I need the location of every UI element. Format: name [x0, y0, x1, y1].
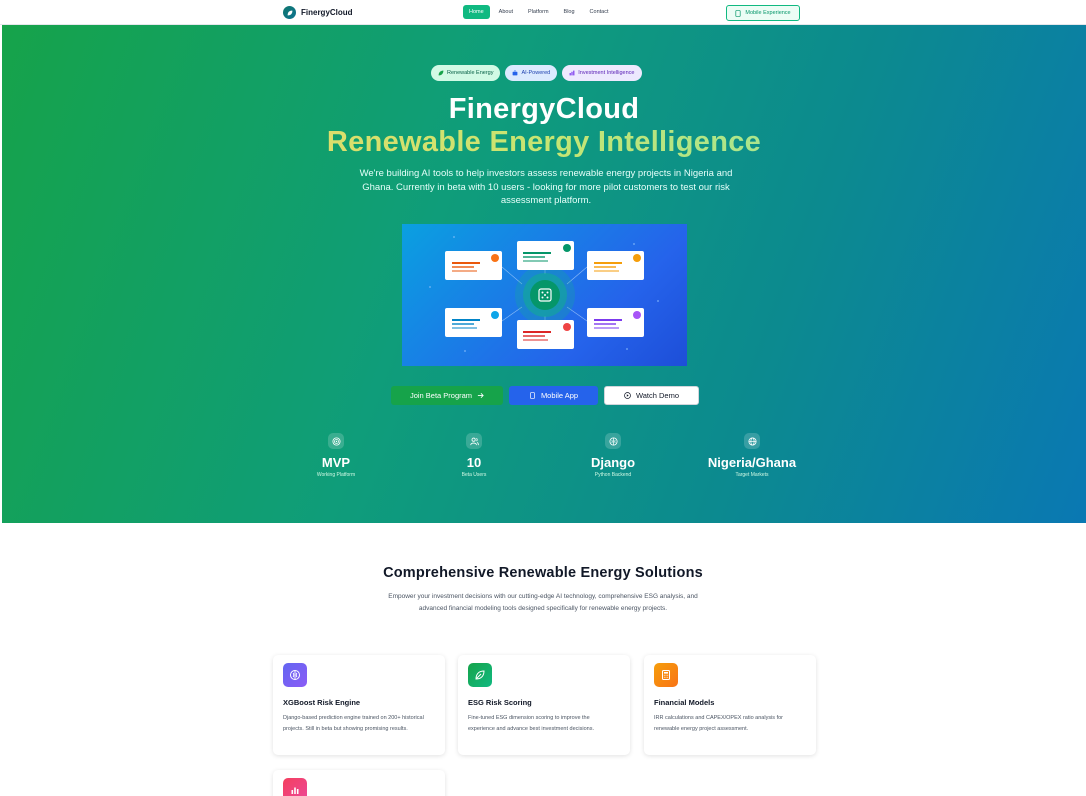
stat-value: 10: [466, 455, 482, 470]
nav-links: Home About Platform Blog Contact: [463, 5, 615, 19]
top-navbar: FinergyCloud Home About Platform Blog Co…: [0, 0, 1086, 25]
nav-link-about[interactable]: About: [493, 5, 519, 19]
solutions-title: Comprehensive Renewable Energy Solutions: [383, 565, 703, 581]
hero-illustration: [402, 224, 687, 366]
calculator-icon: [654, 663, 678, 687]
stat-value: MVP: [321, 455, 351, 470]
users-icon: [466, 433, 482, 449]
badge-label: Investment Intelligence: [578, 70, 635, 76]
card-title: ESG Risk Scoring: [468, 698, 532, 707]
leaf-logo-icon: [283, 6, 296, 19]
badge-investment-intelligence: Investment Intelligence: [562, 65, 642, 81]
join-beta-button[interactable]: Join Beta Program: [391, 386, 503, 405]
card-top-center: [517, 241, 574, 270]
brand[interactable]: FinergyCloud: [283, 6, 353, 19]
badge-renewable-energy: Renewable Energy: [431, 65, 501, 81]
robot-icon: [513, 70, 518, 76]
solutions-description: Empower your investment decisions with o…: [388, 593, 698, 612]
stat-mvp: MVP Working Platform: [276, 433, 396, 478]
nav-link-platform[interactable]: Platform: [522, 5, 554, 19]
nav-link-contact[interactable]: Contact: [584, 5, 615, 19]
target-icon: [328, 433, 344, 449]
card-top-right: [587, 251, 644, 280]
stat-markets: Nigeria/Ghana Target Markets: [692, 433, 812, 478]
feature-card-financial[interactable]: Financial Models IRR calculations and CA…: [644, 655, 816, 755]
hero-badges: Renewable Energy AI-Powered Investment I…: [431, 65, 642, 81]
card-text: Fine-tuned ESG dimension scoring to impr…: [468, 715, 594, 732]
brand-name: FinergyCloud: [301, 8, 353, 17]
leaf-icon: [468, 663, 492, 687]
card-text: Django-based prediction engine trained o…: [283, 715, 424, 732]
badge-label: AI-Powered: [521, 70, 551, 76]
mobile-app-button[interactable]: Mobile App: [509, 386, 598, 405]
network-diagram-illustration: [429, 236, 659, 352]
card-bottom-center: [517, 320, 574, 349]
watch-demo-label: Watch Demo: [635, 391, 680, 400]
card-title: Financial Models: [654, 698, 715, 707]
brain-icon: [283, 663, 307, 687]
stat-label: Beta Users: [461, 472, 487, 478]
badge-label: Renewable Energy: [447, 70, 494, 76]
mobile-app-label: Mobile App: [540, 391, 579, 400]
chart-bar-icon: [283, 778, 307, 796]
feature-card-analytics[interactable]: [273, 770, 445, 796]
stat-value: Django: [590, 455, 636, 470]
mobile-experience-button[interactable]: Mobile Experience: [726, 5, 800, 21]
mobile-experience-label: Mobile Experience: [745, 10, 791, 16]
join-beta-label: Join Beta Program: [409, 391, 473, 400]
card-top-left: [445, 251, 502, 280]
nav-link-blog[interactable]: Blog: [558, 5, 581, 19]
phone-icon: [530, 392, 535, 399]
stat-django: Django Python Backend: [553, 433, 673, 478]
globe-icon: [744, 433, 760, 449]
stat-label: Python Backend: [594, 472, 632, 478]
stat-beta-users: 10 Beta Users: [414, 433, 534, 478]
feature-card-esg[interactable]: ESG Risk Scoring Fine-tuned ESG dimensio…: [458, 655, 630, 755]
stat-label: Target Markets: [735, 472, 769, 478]
play-circle-icon: [624, 392, 631, 399]
watch-demo-button[interactable]: Watch Demo: [604, 386, 699, 405]
hero-subtitle: Renewable Energy Intelligence: [2, 126, 1086, 159]
hero-section: Renewable Energy AI-Powered Investment I…: [2, 25, 1086, 523]
chart-icon: [569, 70, 575, 76]
card-bottom-right: [587, 308, 644, 337]
stat-value: Nigeria/Ghana: [707, 455, 797, 470]
card-title: XGBoost Risk Engine: [283, 698, 361, 707]
hero-title: FinergyCloud: [448, 93, 640, 125]
badge-ai-powered: AI-Powered: [505, 65, 558, 81]
stat-label: Working Platform: [316, 472, 356, 478]
brain-icon: [605, 433, 621, 449]
arrow-right-icon: [477, 393, 484, 398]
leaf-icon: [438, 70, 444, 76]
card-text: IRR calculations and CAPEX/OPEX ratio an…: [654, 715, 784, 732]
feature-card-xgboost[interactable]: XGBoost Risk Engine Django-based predict…: [273, 655, 445, 755]
hero-description: We're building AI tools to help investor…: [359, 168, 733, 206]
card-bottom-left: [445, 308, 502, 337]
phone-icon: [735, 9, 741, 17]
nav-link-home[interactable]: Home: [463, 5, 490, 19]
